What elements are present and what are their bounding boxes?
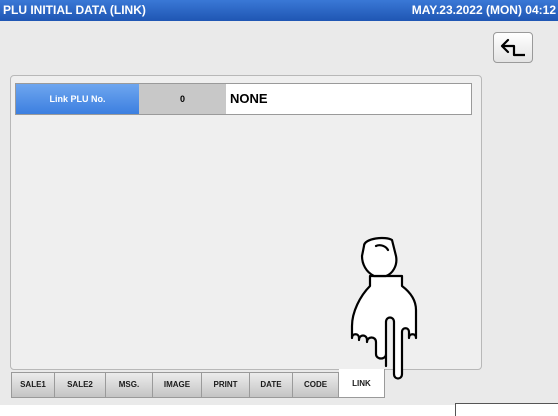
screen-root: PLU INITIAL DATA (LINK) MAY.23.2022 (MON… [0, 0, 558, 416]
link-plu-row: Link PLU No. 0 NONE [15, 83, 472, 115]
return-arrow-icon [500, 38, 525, 57]
tab-msg[interactable]: MSG. [106, 372, 153, 398]
date-time: MAY.23.2022 (MON) 04:12 [411, 3, 556, 17]
title-bar: PLU INITIAL DATA (LINK) MAY.23.2022 (MON… [0, 0, 558, 21]
tab-sale2[interactable]: SALE2 [55, 372, 106, 398]
tab-image[interactable]: IMAGE [153, 372, 202, 398]
tab-print[interactable]: PRINT [202, 372, 250, 398]
back-button[interactable] [493, 32, 533, 63]
tab-date[interactable]: DATE [250, 372, 293, 398]
link-plu-name: NONE [230, 91, 268, 106]
tab-code[interactable]: CODE [293, 372, 339, 398]
tab-sale1[interactable]: SALE1 [11, 372, 55, 398]
link-plu-number[interactable]: 0 [139, 84, 226, 114]
link-plu-label-button[interactable]: Link PLU No. [16, 84, 139, 114]
tab-bar: SALE1 SALE2 MSG. IMAGE PRINT DATE CODE L… [11, 369, 385, 400]
corner-frame [455, 403, 558, 416]
page-title: PLU INITIAL DATA (LINK) [3, 3, 146, 17]
pointing-hand-icon [350, 236, 418, 380]
